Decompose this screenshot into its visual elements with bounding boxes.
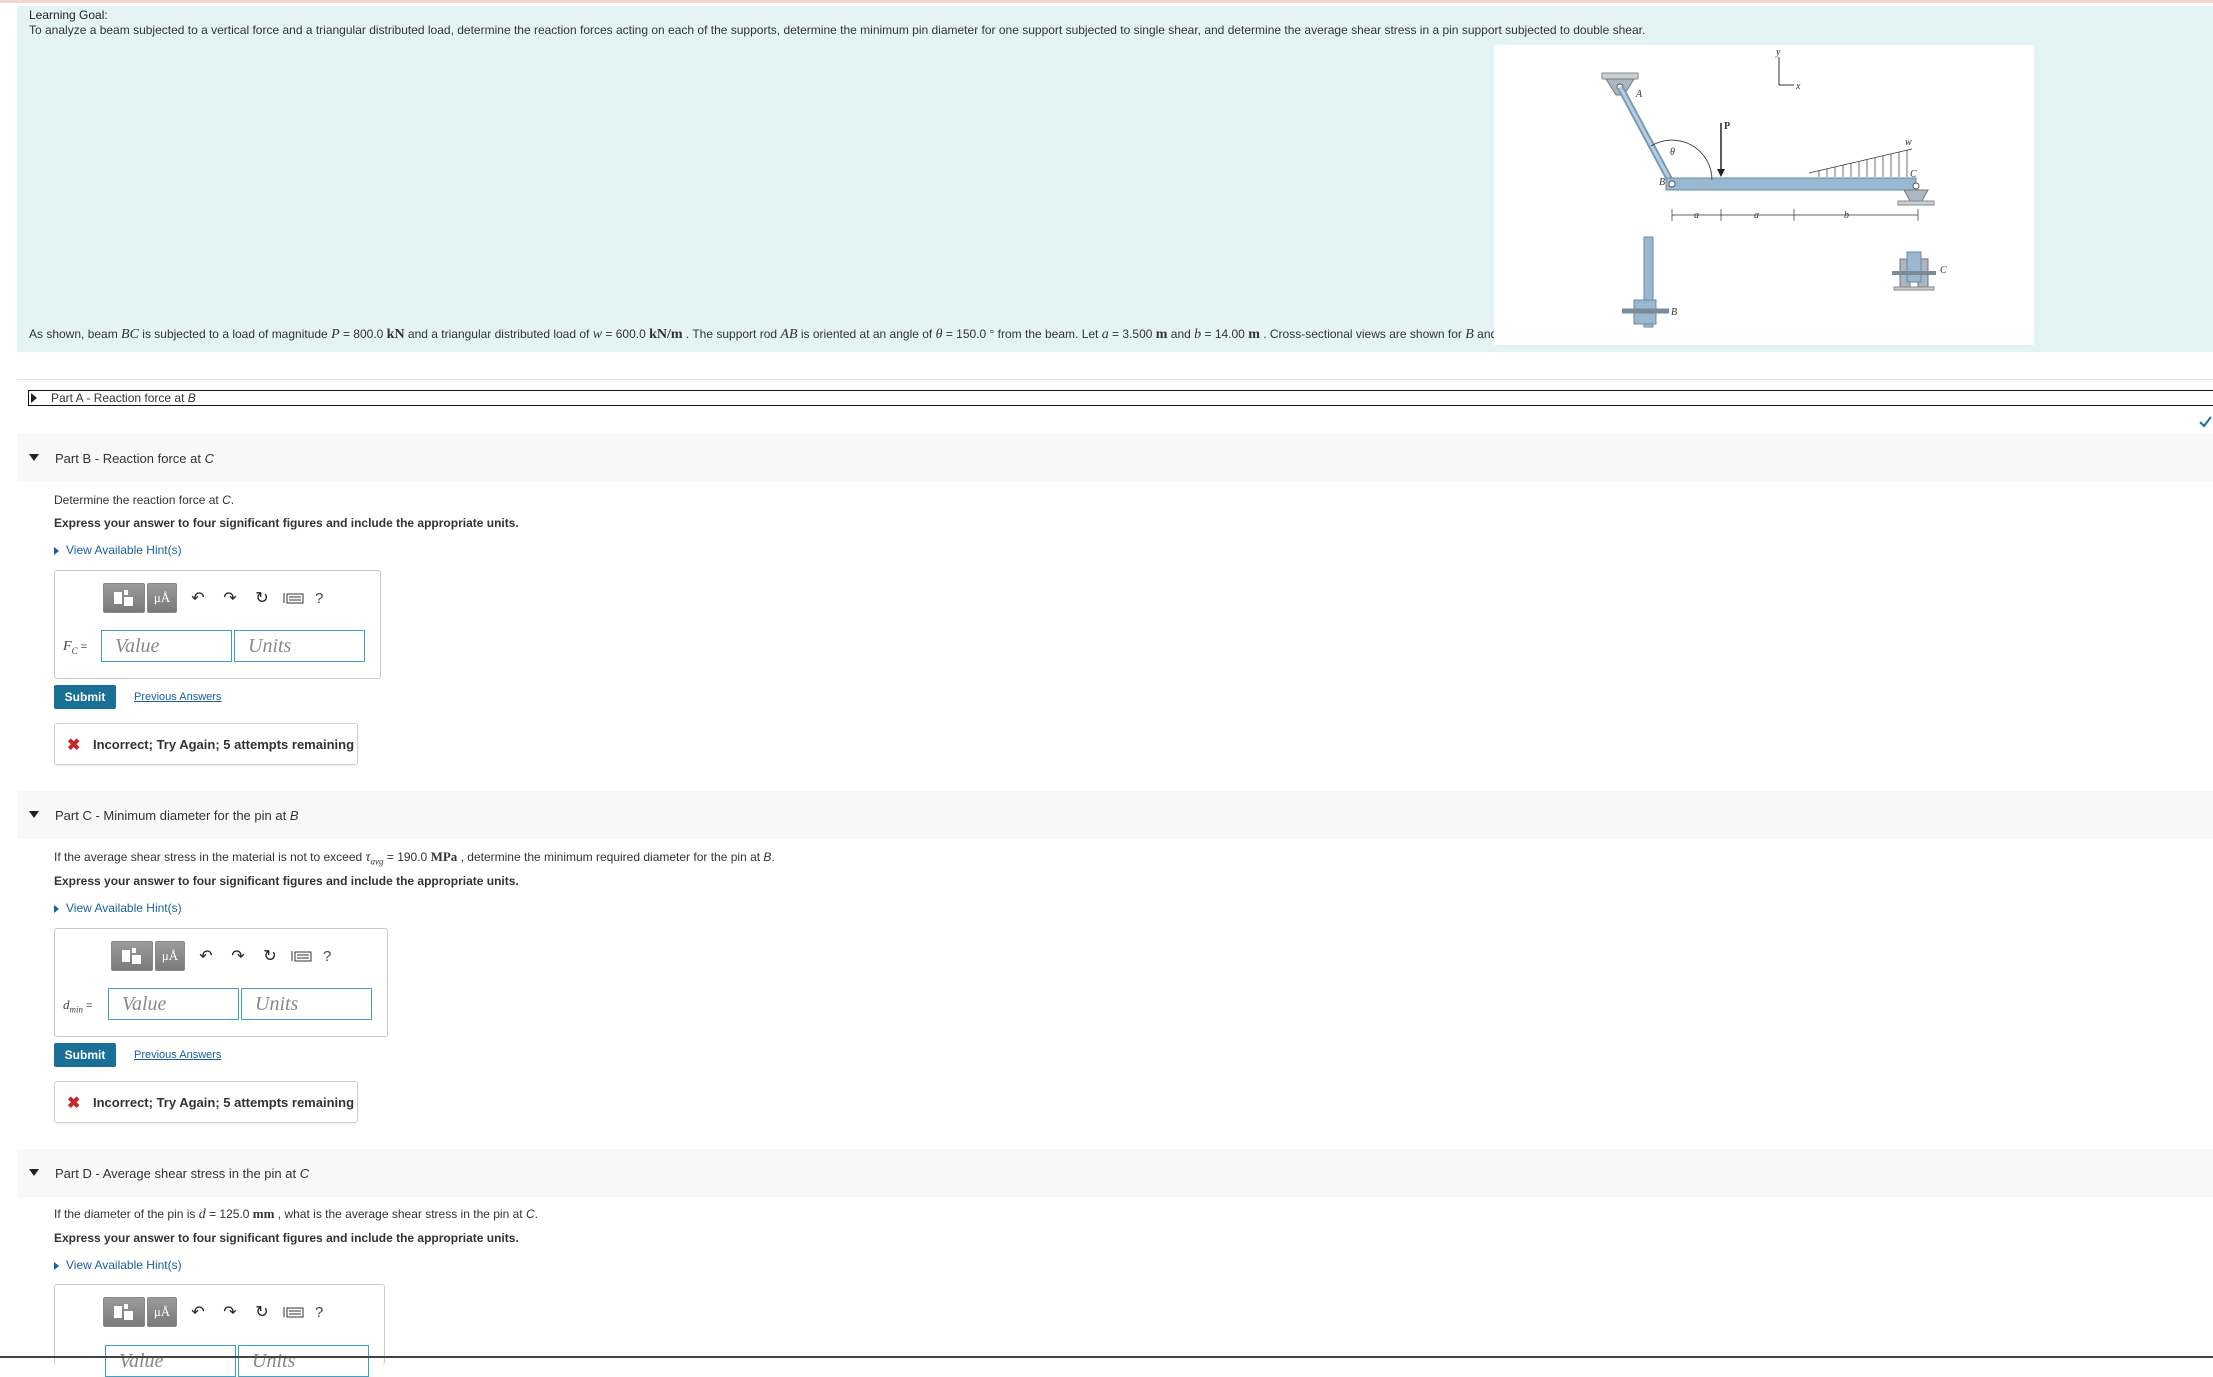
part-d-units-input[interactable]: Units — [238, 1345, 369, 1377]
keyboard-icon[interactable] — [281, 1299, 307, 1325]
symbols-button[interactable]: μÅ — [147, 1297, 177, 1327]
part-d-header[interactable]: Part D - Average shear stress in the pin… — [17, 1149, 2213, 1197]
label-A: A — [1635, 89, 1643, 100]
collapse-caret-icon — [29, 811, 39, 818]
part-d-question: If the diameter of the pin is d = 125.0 … — [54, 1206, 538, 1222]
learning-goal-panel: Learning Goal: To analyze a beam subject… — [17, 6, 2213, 352]
part-b-feedback: ✖ Incorrect; Try Again; 5 attempts remai… — [54, 723, 358, 765]
part-c-answer-box: μÅ ↶ ↷ ↻ ? dmin = Value Units — [54, 928, 388, 1037]
dim-a2: a — [1754, 210, 1759, 221]
expand-triangle-icon — [31, 393, 37, 403]
redo-icon[interactable]: ↷ — [217, 1299, 243, 1325]
part-b-title: Part B - Reaction force at C — [55, 451, 214, 466]
label-C: C — [1910, 169, 1917, 180]
reset-icon[interactable]: ↻ — [257, 943, 283, 969]
error-x-icon: ✖ — [67, 737, 81, 754]
help-button[interactable]: ? — [315, 590, 323, 607]
part-d-answer-box: μÅ ↶ ↷ ↻ ? Value Units — [54, 1284, 385, 1377]
part-c-previous-answers-link[interactable]: Previous Answers — [134, 1049, 221, 1061]
part-c-variable: dmin = — [63, 997, 93, 1015]
symbols-button[interactable]: μÅ — [155, 941, 185, 971]
intro-separator — [17, 379, 2213, 380]
keyboard-icon[interactable] — [281, 585, 307, 611]
problem-statement: As shown, beam BC is subjected to a load… — [29, 327, 1513, 342]
check-icon — [2199, 416, 2212, 428]
part-b-toolbar: μÅ ↶ ↷ ↻ ? — [103, 583, 323, 613]
label-theta: θ — [1670, 147, 1675, 158]
undo-icon[interactable]: ↶ — [185, 585, 211, 611]
label-P: P — [1724, 121, 1730, 132]
learning-goal-label: Learning Goal: — [29, 8, 108, 22]
part-c-toolbar: μÅ ↶ ↷ ↻ ? — [111, 941, 331, 971]
axis-x-label: x — [1795, 81, 1801, 92]
part-b-feedback-text: Incorrect; Try Again; 5 attempts remaini… — [93, 737, 355, 752]
part-c-question: If the average shear stress in the mater… — [54, 849, 775, 867]
label-B: B — [1659, 177, 1665, 188]
part-d-title: Part D - Average shear stress in the pin… — [55, 1166, 310, 1181]
part-b-header[interactable]: Part B - Reaction force at C — [17, 434, 2213, 482]
help-button[interactable]: ? — [315, 1304, 323, 1321]
part-d-express: Express your answer to four significant … — [54, 1231, 519, 1245]
part-b-variable: FC = — [63, 639, 88, 656]
part-a-title: Part A - Reaction force at B — [51, 391, 196, 405]
part-c-title: Part C - Minimum diameter for the pin at… — [55, 808, 299, 823]
undo-icon[interactable]: ↶ — [193, 943, 219, 969]
part-c-submit-button[interactable]: Submit — [54, 1043, 116, 1067]
keyboard-icon[interactable] — [289, 943, 315, 969]
undo-icon[interactable]: ↶ — [185, 1299, 211, 1325]
axis-y-label: y — [1775, 47, 1781, 58]
template-icon — [114, 1304, 133, 1320]
learning-goal-text: To analyze a beam subjected to a vertica… — [29, 23, 1646, 37]
part-b-hint-link[interactable]: View Available Hint(s) — [54, 543, 182, 557]
part-c-express: Express your answer to four significant … — [54, 874, 519, 888]
reset-icon[interactable]: ↻ — [249, 1299, 275, 1325]
part-b-previous-answers-link[interactable]: Previous Answers — [134, 691, 221, 703]
part-d-value-input[interactable]: Value — [105, 1345, 236, 1377]
symbols-button[interactable]: μÅ — [147, 583, 177, 613]
part-b-value-input[interactable]: Value — [101, 630, 232, 662]
reset-icon[interactable]: ↻ — [249, 585, 275, 611]
label-w: w — [1905, 137, 1912, 148]
part-b-submit-button[interactable]: Submit — [54, 685, 116, 709]
cs-label-C: C — [1940, 265, 1947, 276]
top-accent-line — [0, 0, 2213, 3]
part-b-answer-box: μÅ ↶ ↷ ↻ ? FC = Value Units — [54, 570, 381, 679]
part-c-feedback-text: Incorrect; Try Again; 5 attempts remaini… — [93, 1095, 355, 1110]
redo-icon[interactable]: ↷ — [217, 585, 243, 611]
template-icon — [114, 590, 133, 606]
templates-button[interactable] — [103, 1297, 145, 1327]
template-icon — [122, 948, 141, 964]
templates-button[interactable] — [111, 941, 153, 971]
part-c-units-input[interactable]: Units — [241, 988, 372, 1020]
redo-icon[interactable]: ↷ — [225, 943, 251, 969]
cs-label-B: B — [1671, 307, 1677, 318]
templates-button[interactable] — [103, 583, 145, 613]
part-b-express: Express your answer to four significant … — [54, 516, 519, 530]
collapse-caret-icon — [29, 1169, 39, 1176]
part-b-units-input[interactable]: Units — [234, 630, 365, 662]
part-d-toolbar: μÅ ↶ ↷ ↻ ? — [103, 1297, 323, 1327]
dim-a1: a — [1694, 210, 1699, 221]
part-a-header[interactable]: Part A - Reaction force at B — [28, 390, 2213, 406]
collapse-caret-icon — [29, 454, 39, 461]
part-c-header[interactable]: Part C - Minimum diameter for the pin at… — [17, 791, 2213, 839]
error-x-icon: ✖ — [67, 1095, 81, 1112]
part-c-value-input[interactable]: Value — [108, 988, 239, 1020]
part-d-hint-link[interactable]: View Available Hint(s) — [54, 1258, 182, 1272]
part-c-hint-link[interactable]: View Available Hint(s) — [54, 901, 182, 915]
help-button[interactable]: ? — [323, 948, 331, 965]
part-c-feedback: ✖ Incorrect; Try Again; 5 attempts remai… — [54, 1081, 358, 1123]
beam-figure: y x A B θ P w C a a b B C — [1494, 45, 2034, 345]
dim-b: b — [1844, 210, 1849, 221]
part-b-question: Determine the reaction force at C. — [54, 493, 235, 507]
